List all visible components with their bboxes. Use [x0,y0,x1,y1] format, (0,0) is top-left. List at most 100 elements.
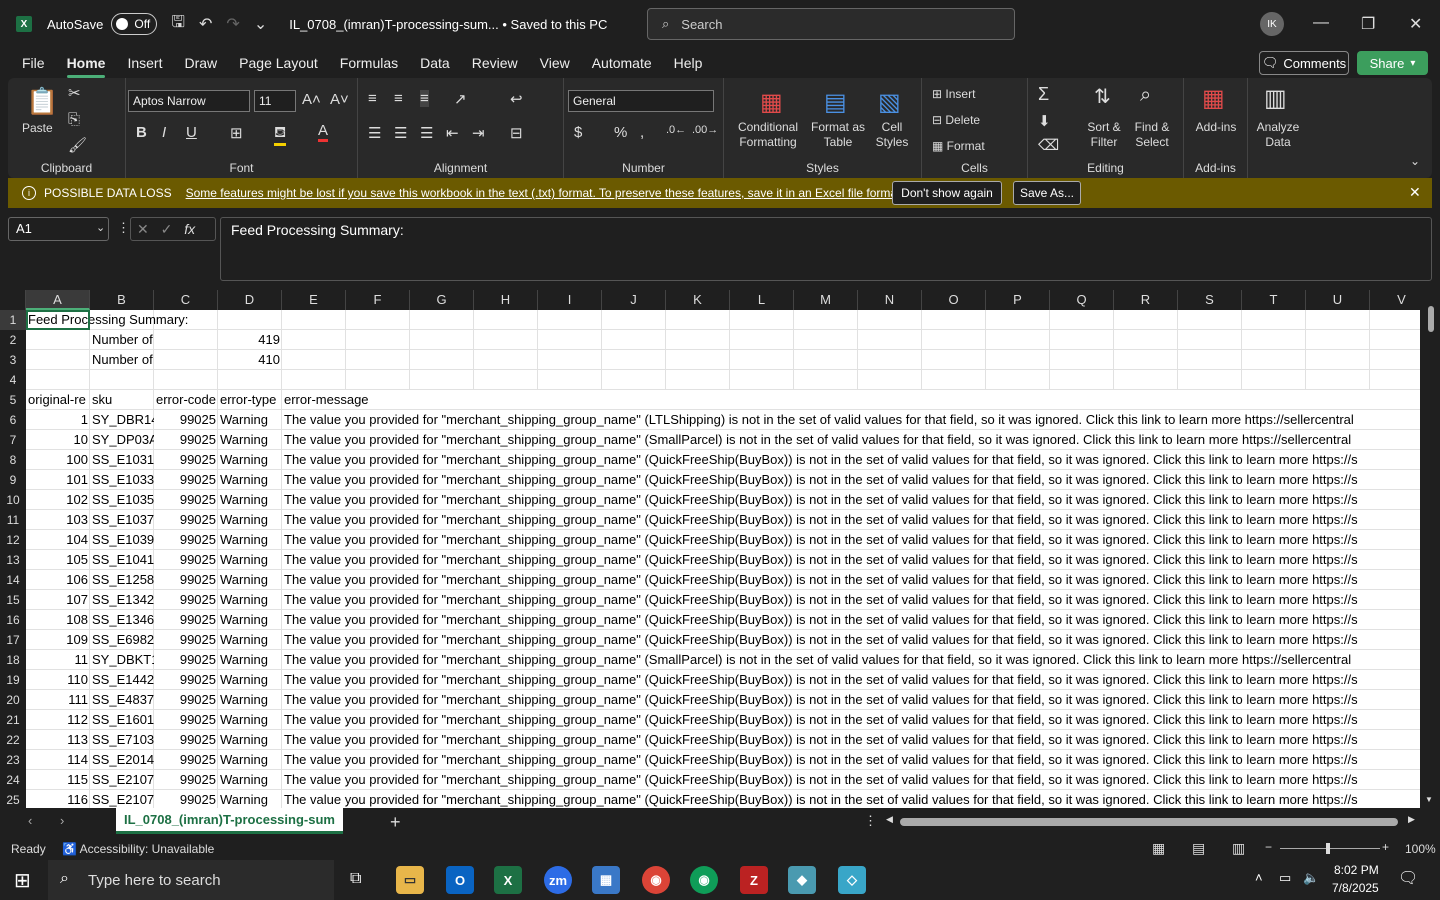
align-bottom-icon[interactable]: ≡ [420,90,429,107]
analyze-data-button[interactable]: Analyze Data [1252,120,1304,150]
cell-e5[interactable]: error-message [282,390,1420,410]
insert-function-icon[interactable]: fx [184,221,195,237]
cell-a24[interactable]: 115 [26,770,90,790]
cell-c13[interactable]: 99025 [154,550,218,570]
cell-a22[interactable]: 113 [26,730,90,750]
grow-font-icon[interactable]: A˄ [302,91,321,108]
comma-style-icon[interactable]: , [640,124,644,141]
borders-icon[interactable]: ⊞ [230,124,243,142]
cell-d22[interactable]: Warning [218,730,282,750]
cell-a7[interactable]: 10 [26,430,90,450]
row-header[interactable]: 5 [0,390,26,410]
autosum-icon[interactable]: Σ [1038,84,1049,105]
row-header[interactable]: 8 [0,450,26,470]
search-input[interactable]: ⌕ Search [647,8,1015,40]
cell-c24[interactable]: 99025 [154,770,218,790]
zoom-out-icon[interactable]: − [1265,840,1272,854]
menu-tab-view[interactable]: View [540,48,570,78]
scroll-down-icon[interactable]: ▼ [1425,795,1433,804]
next-sheet-icon[interactable]: › [60,813,64,828]
cell-a19[interactable]: 110 [26,670,90,690]
save-as-button[interactable]: Save As... [1013,181,1081,205]
undo-icon[interactable]: ↶ [199,14,212,34]
cell-d11[interactable]: Warning [218,510,282,530]
paste-icon[interactable]: 📋 [26,86,58,117]
cell-d3[interactable]: 410 [218,350,282,370]
cell-e8[interactable]: The value you provided for "merchant_shi… [282,450,1420,470]
currency-icon[interactable]: $ [574,124,582,141]
column-header-c[interactable]: C [154,290,218,310]
cell-a14[interactable]: 106 [26,570,90,590]
cell-d18[interactable]: Warning [218,650,282,670]
cell-e11[interactable]: The value you provided for "merchant_shi… [282,510,1420,530]
column-header-v[interactable]: V [1370,290,1420,310]
cell-b22[interactable]: SS_E71036 [90,730,154,750]
align-right-icon[interactable]: ☰ [420,124,433,142]
sort-filter-button[interactable]: Sort & Filter [1082,120,1126,150]
dont-show-again-button[interactable]: Don't show again [892,181,1002,205]
shrink-font-icon[interactable]: A˅ [330,91,349,108]
cell-b10[interactable]: SS_E10353 [90,490,154,510]
warning-message-link[interactable]: Some features might be lost if you save … [186,186,904,200]
cell-c16[interactable]: 99025 [154,610,218,630]
cell-d17[interactable]: Warning [218,630,282,650]
tray-chevron-icon[interactable]: ˄ [1255,870,1263,885]
zoom-app-icon[interactable]: zm [544,866,572,894]
prev-sheet-icon[interactable]: ‹ [28,813,32,828]
app-icon[interactable]: ◆ [788,866,816,894]
column-header-t[interactable]: T [1242,290,1306,310]
column-header-j[interactable]: J [602,290,666,310]
maximize-icon[interactable]: ❐ [1361,14,1375,34]
column-header-o[interactable]: O [922,290,986,310]
cell-a11[interactable]: 103 [26,510,90,530]
cell-a9[interactable]: 101 [26,470,90,490]
cell-b7[interactable]: SY_DP03A [90,430,154,450]
menu-tab-page-layout[interactable]: Page Layout [239,48,318,78]
row-header[interactable]: 11 [0,510,26,530]
cell-d13[interactable]: Warning [218,550,282,570]
cell-c9[interactable]: 99025 [154,470,218,490]
sheet-tab[interactable]: IL_0708_(imran)T-processing-sum [116,808,343,834]
add-sheet-icon[interactable]: + [390,812,401,833]
italic-icon[interactable]: I [162,124,166,141]
accessibility-status[interactable]: ♿ Accessibility: Unavailable [62,842,214,856]
cell-e13[interactable]: The value you provided for "merchant_shi… [282,550,1420,570]
row-header[interactable]: 23 [0,750,26,770]
cell-b13[interactable]: SS_E10413 [90,550,154,570]
horizontal-scroll-thumb[interactable] [900,818,1398,826]
decrease-decimal-icon[interactable]: .00→ [692,124,718,136]
cell-a12[interactable]: 104 [26,530,90,550]
cell-b18[interactable]: SY_DBKT10 [90,650,154,670]
column-header-p[interactable]: P [986,290,1050,310]
cell-d9[interactable]: Warning [218,470,282,490]
cell-c6[interactable]: 99025 [154,410,218,430]
column-header-b[interactable]: B [90,290,154,310]
column-header-q[interactable]: Q [1050,290,1114,310]
scroll-right-icon[interactable]: ▶ [1408,814,1415,825]
cell-b9[interactable]: SS_E10335 [90,470,154,490]
cell-c17[interactable]: 99025 [154,630,218,650]
cell-e21[interactable]: The value you provided for "merchant_shi… [282,710,1420,730]
cell-e20[interactable]: The value you provided for "merchant_shi… [282,690,1420,710]
column-header-g[interactable]: G [410,290,474,310]
column-header-f[interactable]: F [346,290,410,310]
cell-e22[interactable]: The value you provided for "merchant_shi… [282,730,1420,750]
filezilla-icon[interactable]: Z [740,866,768,894]
align-left-icon[interactable]: ☰ [368,124,381,142]
row-header[interactable]: 19 [0,670,26,690]
menu-tab-home[interactable]: Home [66,48,105,78]
column-header-m[interactable]: M [794,290,858,310]
clear-icon[interactable]: ⌫ [1038,136,1059,154]
cell-d25[interactable]: Warning [218,790,282,808]
cell-b25[interactable]: SS_E21078 [90,790,154,808]
row-header[interactable]: 1 [0,310,26,330]
cell-c18[interactable]: 99025 [154,650,218,670]
row-header[interactable]: 13 [0,550,26,570]
clock-date[interactable]: 7/8/2025 [1332,881,1379,895]
cell-c5[interactable]: error-code [154,390,218,410]
cell-b12[interactable]: SS_E10393 [90,530,154,550]
cell-b23[interactable]: SS_E20149 [90,750,154,770]
cell-a21[interactable]: 112 [26,710,90,730]
vertical-scroll-thumb[interactable] [1428,306,1434,332]
cell-d12[interactable]: Warning [218,530,282,550]
